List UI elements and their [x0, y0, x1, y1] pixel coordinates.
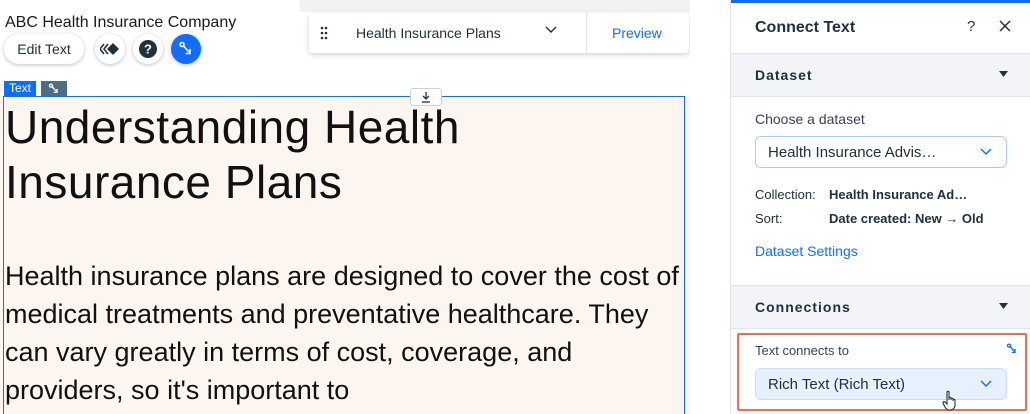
page-heading: Understanding Health Insurance Plans	[5, 101, 460, 208]
close-icon[interactable]	[999, 20, 1011, 32]
connected-tag	[41, 81, 67, 96]
chevron-down-icon	[980, 148, 992, 155]
chevron-down-icon[interactable]	[545, 26, 557, 34]
connections-section-header[interactable]: Connections	[731, 285, 1030, 329]
dataset-settings-link[interactable]: Dataset Settings	[755, 243, 858, 259]
help-button[interactable]: ?	[133, 34, 163, 64]
edit-text-button[interactable]: Edit Text	[4, 34, 84, 64]
connect-data-button[interactable]	[171, 34, 201, 64]
element-type-tag: Text	[4, 81, 37, 96]
collection-value: Health Insurance Ad…	[829, 187, 968, 202]
canvas-header-shade	[300, 0, 690, 12]
svg-text:?: ?	[144, 42, 152, 57]
collection-key: Collection:	[755, 187, 816, 202]
choose-dataset-label: Choose a dataset	[755, 111, 865, 127]
dataset-toolbar: Health Insurance Plans Preview	[309, 13, 689, 53]
animation-button[interactable]	[95, 34, 125, 64]
panel-help-button[interactable]: ?	[967, 18, 975, 35]
help-circle-icon: ?	[139, 40, 157, 58]
hand-cursor-icon	[942, 390, 956, 411]
dataset-dropdown[interactable]: Health Insurance Advis…	[755, 136, 1007, 168]
panel-accent-line	[731, 0, 1030, 3]
dataset-section-label: Dataset	[755, 67, 813, 83]
toolbar-dataset-selector[interactable]: Health Insurance Plans	[356, 25, 501, 41]
connection-highlight-box	[737, 333, 1027, 411]
collapse-triangle-icon	[999, 71, 1008, 77]
sort-key: Sort:	[755, 211, 783, 226]
connect-data-icon	[179, 41, 191, 55]
editor-canvas[interactable]: ABC Health Insurance Company Edit Text ?…	[0, 0, 690, 414]
dataset-dropdown-value: Health Insurance Advis…	[768, 144, 937, 161]
connect-data-icon	[48, 82, 58, 93]
body-paragraph: Health insurance plans are designed to c…	[5, 261, 679, 405]
dataset-section-header[interactable]: Dataset	[731, 53, 1030, 97]
toolbar-divider	[586, 13, 587, 53]
sort-value: Date created: New → Old	[829, 211, 984, 226]
company-name: ABC Health Insurance Company	[5, 14, 237, 31]
connections-section-label: Connections	[755, 299, 851, 315]
drag-handle-icon[interactable]	[319, 25, 329, 41]
preview-button[interactable]: Preview	[612, 25, 662, 41]
animation-icon	[100, 43, 119, 55]
collapse-triangle-icon	[999, 303, 1008, 309]
panel-title: Connect Text	[755, 19, 856, 36]
